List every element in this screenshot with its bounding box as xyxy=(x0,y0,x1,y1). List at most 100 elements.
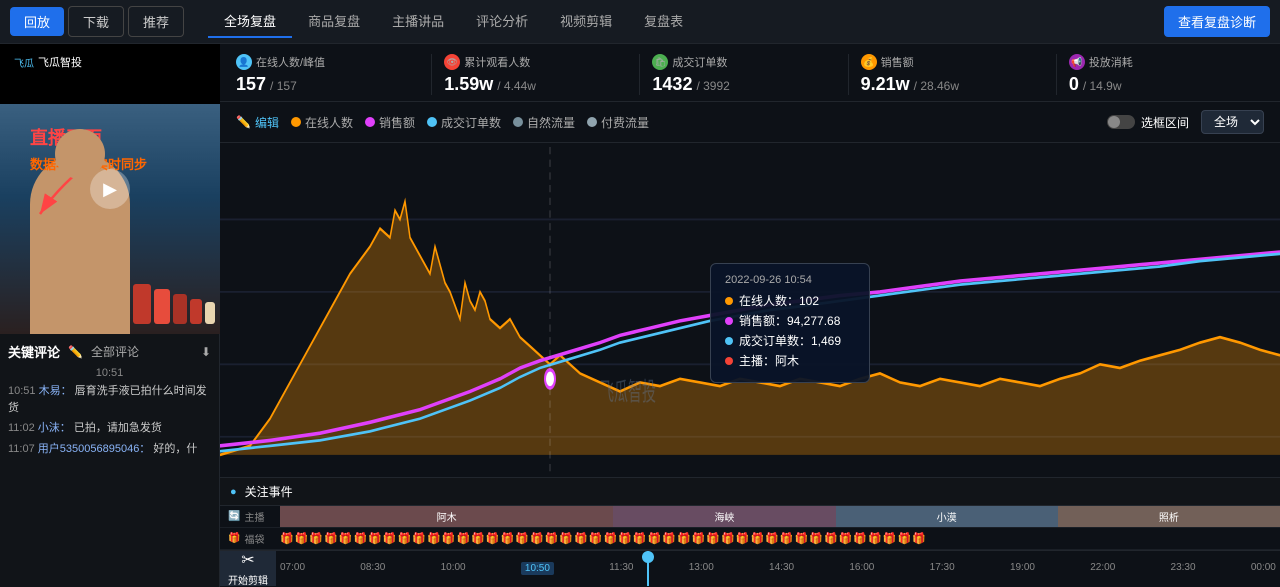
gift-40: 🎁 xyxy=(853,532,867,545)
time-0700: 07:00 xyxy=(280,562,305,575)
gift-23: 🎁 xyxy=(603,532,617,545)
rotate-icon: 🔄 xyxy=(228,511,240,522)
sales-dot xyxy=(365,117,375,127)
tooltip-host-dot xyxy=(725,357,733,365)
gift-33: 🎁 xyxy=(751,532,765,545)
stat-ad-spend: 📢 投放消耗 0 / 14.9w xyxy=(1057,54,1264,95)
download-icon[interactable]: ⬇ xyxy=(201,345,211,359)
chart-watermark: 飞瓜智投 xyxy=(600,378,656,406)
time-1050: 10:50 xyxy=(521,562,554,575)
playback-btn[interactable]: 回放 xyxy=(10,7,64,36)
chart-controls: ✏️ 编辑 在线人数 销售额 成交订单数 自然流量 付费流量 xyxy=(220,102,1280,143)
product-2 xyxy=(154,289,170,324)
person-head xyxy=(55,129,105,179)
diagnose-btn[interactable]: 查看复盘诊断 xyxy=(1164,6,1270,37)
time-2200: 22:00 xyxy=(1090,562,1115,575)
gift-track-content: 🎁🎁🎁🎁🎁🎁🎁🎁🎁🎁🎁🎁🎁🎁🎁🎁🎁🎁🎁🎁🎁🎁🎁🎁🎁🎁🎁🎁🎁🎁🎁🎁🎁🎁🎁🎁🎁🎁🎁🎁… xyxy=(280,528,1280,549)
paid-dot xyxy=(587,117,597,127)
gift-5: 🎁 xyxy=(339,532,353,545)
edit-comment-icon[interactable]: ✏️ xyxy=(68,345,83,359)
all-comments-tab[interactable]: 全部评论 xyxy=(91,343,139,360)
comment-text-2: 已拍，请加急发货 xyxy=(74,422,162,434)
gift-25: 🎁 xyxy=(633,532,647,545)
host-amu: 阿木 xyxy=(280,506,613,527)
tooltip-host: 主播：阿木 xyxy=(725,352,855,369)
tooltip-orders: 成交订单数：1,469 xyxy=(725,332,855,349)
pencil-icon: ✏️ xyxy=(236,115,251,129)
gift-22: 🎁 xyxy=(589,532,603,545)
product-3 xyxy=(173,294,187,324)
stat-viewers-label: 👁 累计观看人数 xyxy=(444,54,627,70)
comments-header: 关键评论 ✏️ 全部评论 ⬇ xyxy=(8,342,211,361)
gift-32: 🎁 xyxy=(736,532,750,545)
tooltip-sales-dot xyxy=(725,317,733,325)
gift-8: 🎁 xyxy=(383,532,397,545)
gift-9: 🎁 xyxy=(398,532,412,545)
time-1900: 19:00 xyxy=(1010,562,1035,575)
sales-icon: 💰 xyxy=(861,54,877,70)
gift-21: 🎁 xyxy=(574,532,588,545)
time-1430: 14:30 xyxy=(769,562,794,575)
tooltip-orders-dot xyxy=(725,337,733,345)
download-btn[interactable]: 下载 xyxy=(68,6,124,37)
gift-10: 🎁 xyxy=(412,532,426,545)
main-layout: 飞瓜 飞瓜智投 ▶ 直播画面 数据与画面实时同步 关键评论 ✏️ 全部评论 ⬇ xyxy=(0,44,1280,587)
scrubber-handle[interactable] xyxy=(647,551,649,586)
ctrl-orders[interactable]: 成交订单数 xyxy=(427,114,501,131)
gift-30: 🎁 xyxy=(706,532,720,545)
tab-edit[interactable]: 视频剪辑 xyxy=(544,5,628,38)
tab-product[interactable]: 商品复盘 xyxy=(292,5,376,38)
gift-6: 🎁 xyxy=(354,532,368,545)
gift-14: 🎁 xyxy=(471,532,485,545)
scissors-btn[interactable]: ✂ 开始剪辑 xyxy=(220,551,276,586)
gift-34: 🎁 xyxy=(765,532,779,545)
scrubber-row: ✂ 开始剪辑 07:00 08:30 10:00 10:50 11:30 13:… xyxy=(220,550,1280,586)
comment-user-2: 小沫： xyxy=(38,422,71,434)
ctrl-paid[interactable]: 付费流量 xyxy=(587,114,649,131)
gift-27: 🎁 xyxy=(662,532,676,545)
tab-summary[interactable]: 复盘表 xyxy=(628,5,699,38)
gift-44: 🎁 xyxy=(912,532,926,545)
gift-17: 🎁 xyxy=(515,532,529,545)
watermark-text: 飞瓜智投 xyxy=(38,54,82,70)
ctrl-online[interactable]: 在线人数 xyxy=(291,114,353,131)
scissors-icon: ✂ xyxy=(241,550,254,570)
host-track-label: 🔄 主播 xyxy=(220,509,280,524)
gift-42: 🎁 xyxy=(883,532,897,545)
recommend-btn[interactable]: 推荐 xyxy=(128,6,184,37)
time-rail[interactable]: 07:00 08:30 10:00 10:50 11:30 13:00 14:3… xyxy=(276,551,1280,586)
gift-7: 🎁 xyxy=(368,532,382,545)
gift-38: 🎁 xyxy=(824,532,838,545)
tab-host[interactable]: 主播讲品 xyxy=(376,5,460,38)
stat-viewers-value-row: 1.59w / 4.44w xyxy=(444,74,627,95)
ad-icon: 📢 xyxy=(1069,54,1085,70)
online-dot xyxy=(291,117,301,127)
comments-panel: 关键评论 ✏️ 全部评论 ⬇ 10:51 10:51 木易： 唇育洗手液已拍什么… xyxy=(0,334,219,587)
scene-select[interactable]: 全场 xyxy=(1201,110,1264,134)
range-toggle[interactable]: 选框区间 xyxy=(1107,114,1189,131)
gift-1: 🎁 xyxy=(280,532,294,545)
chart-area: 飞瓜智投 2022-09-26 10:54 在线人数：102 销售额：94,27… xyxy=(220,143,1280,477)
stat-sales: 💰 销售额 9.21w / 28.46w xyxy=(849,54,1057,95)
comment-text-3: 好的，什 xyxy=(153,443,197,455)
range-toggle-switch[interactable] xyxy=(1107,115,1135,129)
gift-36: 🎁 xyxy=(795,532,809,545)
tab-comment[interactable]: 评论分析 xyxy=(460,5,544,38)
stat-orders: 🛍 成交订单数 1432 / 3992 xyxy=(640,54,848,95)
tab-full[interactable]: 全场复盘 xyxy=(208,5,292,38)
ctrl-sales[interactable]: 销售额 xyxy=(365,114,415,131)
ctrl-natural[interactable]: 自然流量 xyxy=(513,114,575,131)
edit-btn[interactable]: ✏️ 编辑 xyxy=(236,114,279,131)
gift-31: 🎁 xyxy=(721,532,735,545)
host-bar: 阿木 海峡 小漠 照析 xyxy=(280,506,1280,527)
stat-ad-label: 📢 投放消耗 xyxy=(1069,54,1252,70)
gift-11: 🎁 xyxy=(427,532,441,545)
gift-15: 🎁 xyxy=(486,532,500,545)
time-2330: 23:30 xyxy=(1171,562,1196,575)
time-labels: 07:00 08:30 10:00 10:50 11:30 13:00 14:3… xyxy=(276,562,1280,575)
stat-viewers: 👁 累计观看人数 1.59w / 4.44w xyxy=(432,54,640,95)
stat-orders-label: 🛍 成交订单数 xyxy=(652,54,835,70)
time-0000: 00:00 xyxy=(1251,562,1276,575)
gift-16: 🎁 xyxy=(501,532,515,545)
host-xiaomo: 小漠 xyxy=(836,506,1058,527)
